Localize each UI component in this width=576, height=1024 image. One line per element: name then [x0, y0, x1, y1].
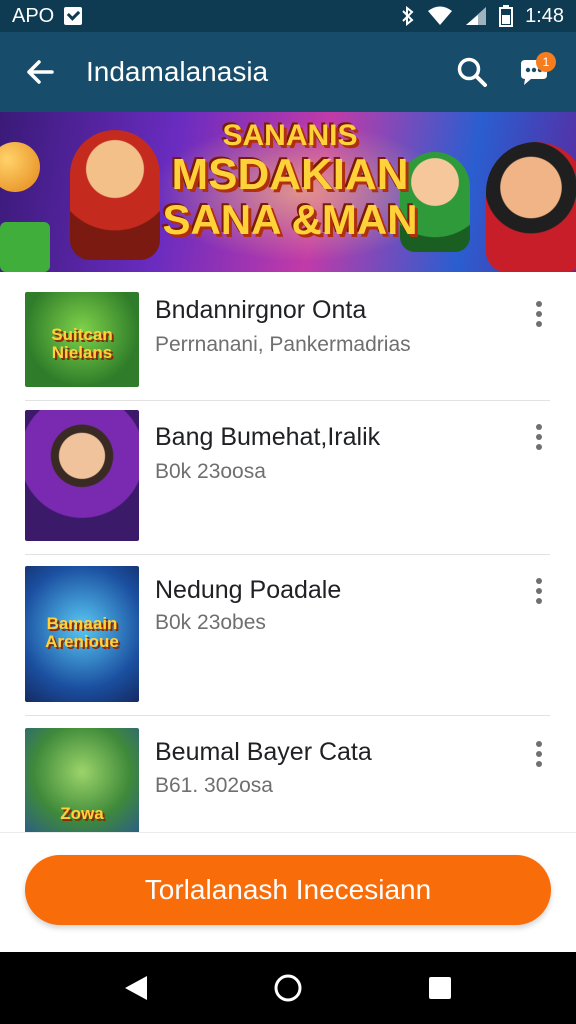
status-bar: APO 1:48	[0, 0, 576, 32]
banner-character-left	[70, 130, 160, 260]
item-title: Beumal Bayer Cata	[155, 738, 372, 766]
promo-banner[interactable]: SANANIS MSDAKIAN SANA &MAN	[0, 112, 576, 272]
square-recents-icon	[429, 977, 451, 999]
item-title: Bndannirgnor Onta	[155, 296, 367, 324]
more-vert-icon	[536, 424, 542, 430]
more-vert-icon	[536, 301, 542, 307]
item-thumbnail: Bamaain Arenioue	[25, 566, 139, 702]
more-vert-icon-dot	[536, 751, 542, 757]
more-vert-icon	[536, 578, 542, 584]
chat-button[interactable]: 1	[512, 50, 556, 94]
primary-action-button[interactable]: Torlalanash Inecesiann	[25, 855, 551, 925]
nav-back-button[interactable]	[116, 968, 156, 1008]
battery-icon	[499, 5, 514, 27]
more-options-button[interactable]	[526, 294, 552, 334]
thumbnail-label: Suitcan Nielans	[51, 325, 113, 363]
banner-title: SANANIS MSDAKIAN SANA &MAN	[150, 120, 430, 242]
more-vert-icon-dot	[536, 761, 542, 767]
item-subtitle: B61. 302osa	[155, 774, 273, 797]
triangle-back-icon	[125, 976, 147, 1000]
item-subtitle: B0k 23obes	[155, 611, 266, 634]
banner-line-2: MSDAKIAN	[171, 149, 409, 199]
banner-character-right	[486, 142, 576, 272]
item-subtitle: B0k 23oosa	[155, 460, 266, 483]
system-nav-bar	[0, 952, 576, 1024]
banner-ball-icon	[0, 142, 40, 192]
app-bar: Indamalanasia 1	[0, 32, 576, 112]
app-notification-icon	[64, 7, 83, 25]
banner-green-block	[0, 222, 50, 272]
item-thumbnail	[25, 410, 139, 541]
wifi-icon	[428, 6, 453, 25]
item-subtitle: Perrnanani, Pankermadrias	[155, 333, 411, 356]
clock-time: 1:48	[525, 4, 564, 27]
list-item[interactable]: Suitcan Nielans Bndannirgnor Onta Perrna…	[0, 272, 576, 400]
item-title: Nedung Poadale	[155, 576, 342, 604]
item-thumbnail: Suitcan Nielans	[25, 292, 139, 387]
arrow-left-icon	[27, 60, 54, 84]
more-vert-icon-dot	[536, 321, 542, 327]
more-vert-icon-dot	[536, 598, 542, 604]
more-vert-icon-dot	[536, 444, 542, 450]
more-options-button[interactable]	[526, 417, 552, 457]
game-list: Suitcan Nielans Bndannirgnor Onta Perrna…	[0, 272, 576, 832]
list-item[interactable]: Bang Bumehat,Iralik B0k 23oosa	[0, 401, 576, 554]
search-button[interactable]	[450, 50, 494, 94]
list-item[interactable]: Bamaain Arenioue Nedung Poadale B0k 23ob…	[0, 555, 576, 715]
more-vert-icon-dot	[536, 588, 542, 594]
item-title: Bang Bumehat,Iralik	[155, 423, 381, 451]
nav-home-button[interactable]	[268, 968, 308, 1008]
more-options-button[interactable]	[526, 571, 552, 611]
thumbnail-label: Zowa	[60, 804, 104, 823]
more-vert-icon-dot	[536, 311, 542, 317]
bottom-action-area: Torlalanash Inecesiann	[0, 832, 576, 952]
item-thumbnail: Zowa	[25, 728, 139, 832]
carrier-label: APO	[12, 4, 55, 27]
bluetooth-icon	[402, 6, 414, 26]
more-vert-icon	[536, 741, 542, 747]
back-button[interactable]	[20, 52, 60, 92]
nav-recents-button[interactable]	[420, 968, 460, 1008]
page-title: Indamalanasia	[86, 56, 269, 87]
list-item[interactable]: Zowa Beumal Bayer Cata B61. 302osa	[0, 716, 576, 832]
thumbnail-label: Bamaain Arenioue	[45, 613, 119, 651]
more-vert-icon-dot	[536, 434, 542, 440]
signal-icon	[466, 7, 487, 25]
more-options-button[interactable]	[526, 734, 552, 774]
banner-line-3: SANA &MAN	[162, 195, 418, 243]
notification-badge: 1	[536, 52, 556, 72]
banner-line-1: SANANIS	[222, 119, 358, 152]
search-icon	[457, 57, 487, 87]
circle-home-icon	[274, 974, 302, 1002]
